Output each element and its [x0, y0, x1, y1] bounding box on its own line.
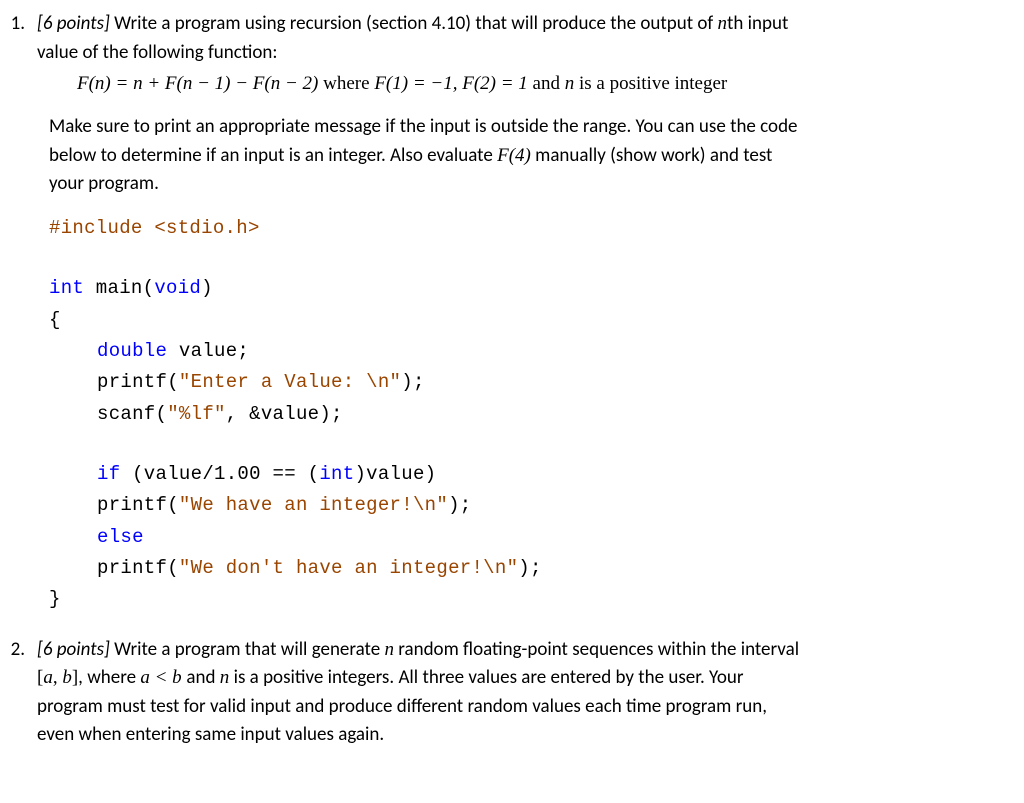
code-paren: ) — [201, 277, 213, 299]
code-line-8: printf("We have an integer!\n"); — [49, 490, 994, 521]
q2-text2d: and — [186, 666, 219, 689]
q1-formula-n: n — [565, 73, 575, 94]
code-scanf: scanf( — [97, 403, 167, 425]
code-header-file: <stdio.h> — [154, 217, 259, 239]
question-2-header: 2. [6 points] Write a program that will … — [5, 636, 994, 750]
code-line-5: printf("Enter a Value: \n"); — [49, 367, 994, 398]
q2-ab: a < b — [140, 667, 186, 688]
question-2-number: 2. — [5, 636, 37, 665]
q1-formula-p2: F(1) = −1, F(2) = 1 — [374, 73, 527, 94]
q1-f4: F(4) — [497, 145, 531, 166]
code-cond2: )value) — [354, 463, 436, 485]
code-cond1: (value/1.00 == ( — [120, 463, 319, 485]
code-else: else — [97, 526, 144, 548]
q2-text2b: , where — [78, 666, 140, 689]
q2-text3: program must test for valid input and pr… — [37, 693, 994, 722]
code-str4: "We don't have an integer!\n" — [179, 557, 518, 579]
code-str3: "We have an integer!\n" — [179, 494, 448, 516]
question-1-points: [6 points] — [37, 12, 110, 35]
q1-formula-and: and — [528, 73, 565, 94]
q2-interval: [[a, b]a, b] — [37, 667, 78, 688]
code-double: double — [97, 340, 167, 362]
code-str1: "Enter a Value: \n" — [179, 371, 401, 393]
question-2-body: [6 points] Write a program that will gen… — [37, 636, 994, 750]
code-line-9: else — [49, 522, 994, 553]
code-line-4: double value; — [49, 336, 994, 367]
question-2: 2. [6 points] Write a program that will … — [5, 636, 994, 750]
q1-para2-line2: below to determine if an input is an int… — [49, 142, 994, 171]
q2-n: n — [384, 639, 394, 660]
q1-para2d: your program. — [49, 170, 994, 199]
q1-text1: Write a program using recursion (section… — [110, 12, 718, 35]
q1-para2b: below to determine if an input is an int… — [49, 144, 497, 167]
code-line-3: { — [49, 305, 994, 336]
code-str2: "%lf" — [167, 403, 226, 425]
code-blank-1 — [49, 244, 994, 273]
code-printf2: printf( — [97, 494, 179, 516]
code-printf3-end: ); — [518, 557, 541, 579]
q2-text1: Write a program that will generate — [110, 638, 385, 661]
code-if: if — [97, 463, 120, 485]
q1-formula-end: is a positive integer — [574, 73, 727, 94]
code-line-6: scanf("%lf", &value); — [49, 399, 994, 430]
q1-formula-p1: F(n) = n + F(n − 1) − F(n − 2) — [77, 73, 318, 94]
q2-n2: n — [220, 667, 230, 688]
q1-formula: F(n) = n + F(n − 1) − F(n − 2) where F(1… — [5, 69, 994, 99]
code-line-1: #include <stdio.h> — [49, 213, 994, 244]
code-int-cast: int — [319, 463, 354, 485]
q1-text1b: th input — [727, 12, 788, 35]
code-void: void — [154, 277, 201, 299]
q1-para2: Make sure to print an appropriate messag… — [5, 113, 994, 199]
question-1-number: 1. — [5, 10, 37, 39]
code-line-10: printf("We don't have an integer!\n"); — [49, 553, 994, 584]
code-value-decl: value; — [167, 340, 249, 362]
q1-para2c: manually (show work) and test — [531, 144, 773, 167]
q1-nth: n — [718, 13, 728, 34]
code-line-11: } — [49, 584, 994, 615]
q2-text1b: random floating-point sequences within t… — [394, 638, 799, 661]
q2-text4: even when entering same input values aga… — [37, 721, 994, 750]
q1-formula-where: where — [318, 73, 374, 94]
code-printf1: printf( — [97, 371, 179, 393]
code-printf3: printf( — [97, 557, 179, 579]
code-main: main( — [84, 277, 154, 299]
code-block: #include <stdio.h> int main(void) { doub… — [5, 213, 994, 616]
question-2-points: [6 points] — [37, 638, 110, 661]
code-line-2: int main(void) — [49, 273, 994, 304]
q2-text2f: is a positive integers. All three values… — [229, 666, 743, 689]
question-1-header: 1. [6 points] Write a program using recu… — [5, 10, 994, 67]
question-1: 1. [6 points] Write a program using recu… — [5, 10, 994, 616]
code-printf2-end: ); — [448, 494, 471, 516]
code-line-7: if (value/1.00 == (int)value) — [49, 459, 994, 490]
q2-line2: [[a, b]a, b], where a < b and n is a pos… — [37, 664, 994, 693]
code-printf1-end: ); — [401, 371, 424, 393]
code-blank-2 — [49, 430, 994, 459]
code-int: int — [49, 277, 84, 299]
q1-text2: value of the following function: — [37, 39, 994, 68]
code-include: #include — [49, 217, 154, 239]
q1-para2a: Make sure to print an appropriate messag… — [49, 113, 994, 142]
question-1-body: [6 points] Write a program using recursi… — [37, 10, 994, 67]
code-scanf-end: , &value); — [226, 403, 343, 425]
